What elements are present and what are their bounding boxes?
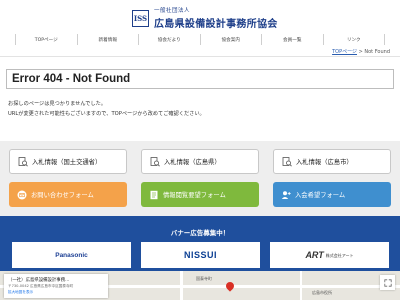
map-road xyxy=(180,271,183,300)
nav-item-about[interactable]: 協会案内 xyxy=(201,34,262,45)
fullscreen-button[interactable] xyxy=(380,275,395,290)
org-name: 広島県設備設計事務所協会 xyxy=(154,19,278,30)
add-user-icon xyxy=(281,190,291,200)
info-request-form-button[interactable]: 情報閲覧要望フォーム xyxy=(141,182,259,207)
error-heading-box: Error 404 - Not Found xyxy=(6,69,394,89)
map-enlarge-link[interactable]: 拡大地図を表示 xyxy=(8,290,104,295)
map-pin-icon[interactable] xyxy=(224,280,236,292)
map-place-address: 〒730-0042 広島県広島市中区国泰寺町 xyxy=(8,284,74,288)
logo-mark: ISS xyxy=(132,9,149,27)
global-nav: TOPページ 新着情報 協会だより 協会案内 会員一覧 リンク xyxy=(15,34,385,45)
nav-item-association-news[interactable]: 協会だより xyxy=(139,34,201,45)
nav-item-top[interactable]: TOPページ xyxy=(16,34,78,45)
search-document-icon xyxy=(18,156,28,167)
ad-banner-panasonic[interactable]: Panasonic xyxy=(12,242,131,268)
document-icon xyxy=(149,190,159,200)
nav-item-links[interactable]: リンク xyxy=(324,34,385,45)
logo-text: 一般社団法人 広島県設備設計事務所協会 xyxy=(154,6,278,30)
panasonic-logo: Panasonic xyxy=(55,251,88,259)
logo-mark-text: ISS xyxy=(133,13,148,23)
nissui-logo: NISSUI xyxy=(183,250,217,260)
org-type: 一般社団法人 xyxy=(154,8,191,14)
bid-info-pref-label: 入札情報（広島県） xyxy=(164,159,221,166)
banner-title: バナー広告募集中！ xyxy=(170,229,230,237)
fullscreen-icon xyxy=(383,278,392,287)
divider xyxy=(0,56,400,57)
map-road xyxy=(300,271,302,300)
error-message-1: お探しのページは見つかりませんでした。 xyxy=(8,101,107,107)
breadcrumb: TOPページ > Not Found xyxy=(332,48,390,55)
embedded-map[interactable]: 国泰寺町 広島市役所 （一社）広島県設備設計事務... 〒730-0042 広島… xyxy=(0,271,400,300)
site-header: ISS 一般社団法人 広島県設備設計事務所協会 xyxy=(0,0,400,34)
bid-info-city-button[interactable]: 入札情報（広島市） xyxy=(273,149,391,174)
contact-form-label: お問い合わせフォーム xyxy=(31,192,94,199)
map-info-card: （一社）広島県設備設計事務... 〒730-0042 広島県広島市中区国泰寺町 … xyxy=(4,274,108,298)
bid-info-mlit-button[interactable]: 入札情報（国土交通省） xyxy=(9,149,127,174)
nav-item-members[interactable]: 会員一覧 xyxy=(262,34,324,45)
search-document-icon xyxy=(150,156,160,167)
ad-banner-nissui[interactable]: NISSUI xyxy=(141,242,260,268)
breadcrumb-separator: > xyxy=(358,49,363,55)
error-title: Error 404 - Not Found xyxy=(12,73,131,85)
info-request-form-label: 情報閲覧要望フォーム xyxy=(163,192,226,199)
bid-info-city-label: 入札情報（広島市） xyxy=(296,159,353,166)
join-request-form-button[interactable]: 入会希望フォーム xyxy=(273,182,391,207)
contact-form-button[interactable]: お問い合わせフォーム xyxy=(9,182,127,207)
map-place-name: （一社）広島県設備設計事務... xyxy=(8,278,70,283)
art-logo-sub: 株式会社アート xyxy=(325,253,354,258)
ad-banner-art[interactable]: ART 株式会社アート xyxy=(270,242,389,268)
error-message-2: URLが変更された可能性もございますので、TOPページから改めてご確認ください。 xyxy=(8,111,205,117)
bid-info-mlit-label: 入札情報（国土交通省） xyxy=(32,159,102,166)
breadcrumb-current: Not Found xyxy=(364,49,390,55)
art-logo-mark: ART xyxy=(305,250,324,260)
search-document-icon xyxy=(282,156,292,167)
join-request-form-label: 入会希望フォーム xyxy=(295,192,346,199)
nav-item-news[interactable]: 新着情報 xyxy=(78,34,139,45)
site-logo[interactable]: ISS 一般社団法人 広島県設備設計事務所協会 xyxy=(132,6,278,30)
art-logo: ART 株式会社アート xyxy=(305,250,353,260)
map-label-area: 国泰寺町 xyxy=(196,276,212,281)
mail-icon xyxy=(17,190,27,200)
breadcrumb-home-link[interactable]: TOPページ xyxy=(332,49,357,55)
map-label-cityhall: 広島市役所 xyxy=(312,290,332,295)
bid-info-pref-button[interactable]: 入札情報（広島県） xyxy=(141,149,259,174)
